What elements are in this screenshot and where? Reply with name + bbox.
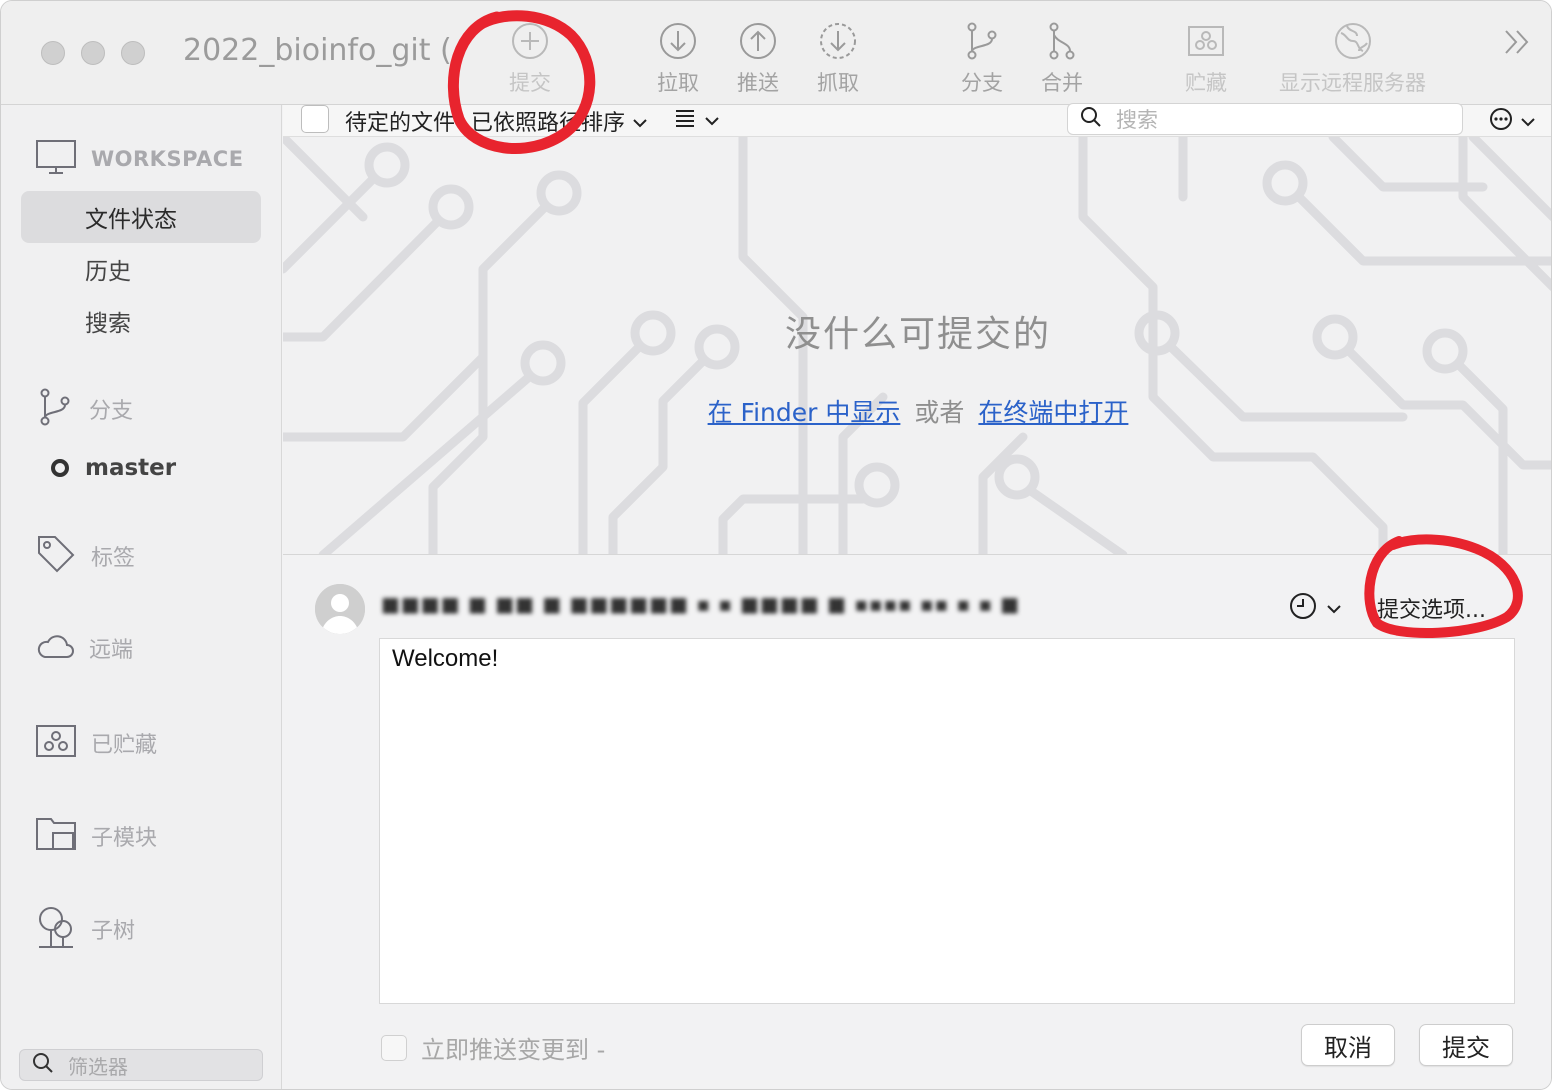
search-icon xyxy=(1080,106,1102,132)
fetch-toolbar-button[interactable]: 抓取 xyxy=(817,21,859,97)
arrow-down-circle-icon xyxy=(658,21,698,61)
fetch-toolbar-label: 抓取 xyxy=(817,71,859,95)
push-toolbar-button[interactable]: 推送 xyxy=(737,21,779,97)
list-icon xyxy=(675,109,695,131)
push-toolbar-label: 推送 xyxy=(737,71,779,95)
stash-toolbar-button[interactable]: 贮藏 xyxy=(1185,21,1227,97)
filter-placeholder: 筛选器 xyxy=(68,1054,128,1079)
workspace-label: WORKSPACE xyxy=(91,147,244,171)
more-options-menu[interactable] xyxy=(1489,107,1535,135)
stash-box-icon xyxy=(1186,21,1226,61)
commit-toolbar-button[interactable]: 提交 xyxy=(509,21,551,97)
sidebar-item-label: 历史 xyxy=(85,259,131,285)
sort-order-dropdown[interactable]: 已依照路径排序 xyxy=(471,105,647,137)
app-window: 2022_bioinfo_git (... 提交 拉取 推送 抓取 分支 合并 … xyxy=(0,0,1552,1090)
minimize-window-button[interactable] xyxy=(81,41,105,65)
ellipsis-circle-icon xyxy=(1489,107,1513,135)
sidebar-section-tags[interactable]: 标签 xyxy=(35,533,135,579)
clock-icon xyxy=(1289,592,1317,624)
chevron-down-icon xyxy=(633,109,647,134)
merge-toolbar-label: 合并 xyxy=(1041,71,1083,95)
or-text: 或者 xyxy=(914,398,965,427)
sidebar-item-history[interactable]: 历史 xyxy=(21,243,261,295)
branch-name: master xyxy=(85,455,177,481)
commit-options-dropdown[interactable]: 提交选项... xyxy=(1377,592,1486,624)
cloud-icon xyxy=(35,631,75,665)
commit-toolbar-label: 提交 xyxy=(509,71,551,95)
sidebar-section-label: 远端 xyxy=(89,638,134,663)
show-in-finder-link[interactable]: 在 Finder 中显示 xyxy=(708,398,901,427)
sort-order-label: 已依照路径排序 xyxy=(471,111,626,136)
arrow-down-dashed-circle-icon xyxy=(818,21,858,61)
toolbar: 2022_bioinfo_git (... 提交 拉取 推送 抓取 分支 合并 … xyxy=(1,1,1551,105)
merge-icon xyxy=(1042,21,1082,61)
file-list-toolbar: 待定的文件 已依照路径排序 搜索 xyxy=(283,103,1551,137)
view-mode-dropdown[interactable] xyxy=(675,109,719,131)
globe-icon xyxy=(1333,21,1373,61)
sidebar-item-label: 文件状态 xyxy=(85,207,177,233)
monitor-icon xyxy=(35,139,77,179)
cancel-button[interactable]: 取消 xyxy=(1301,1024,1395,1066)
file-search-input[interactable]: 搜索 xyxy=(1067,103,1463,135)
submodule-folder-icon xyxy=(35,815,77,857)
commit-message-input[interactable]: Welcome! xyxy=(379,638,1515,1004)
branch-toolbar-label: 分支 xyxy=(961,71,1003,95)
close-window-button[interactable] xyxy=(41,41,65,65)
branch-toolbar-button[interactable]: 分支 xyxy=(961,21,1003,97)
sidebar-item-label: 搜索 xyxy=(85,311,131,337)
sidebar-item-file-status[interactable]: 文件状态 xyxy=(21,191,261,243)
sidebar-section-branches[interactable]: 分支 xyxy=(35,387,133,431)
commit-history-dropdown[interactable] xyxy=(1289,592,1341,624)
workspace-header: WORKSPACE xyxy=(35,139,244,179)
commit-author: ■■■■ ■ ■■ ■ ■■■■■■ ▪ ▪ ■■■■ ■ ▪▪▪▪ ▪▪ ▪ … xyxy=(381,592,1021,616)
chevron-down-icon xyxy=(1327,599,1341,618)
stash-toolbar-label: 贮藏 xyxy=(1185,71,1227,95)
empty-state-title: 没什么可提交的 xyxy=(784,314,1051,355)
branch-icon xyxy=(962,21,1002,61)
empty-state-links: 在 Finder 中显示 或者 在终端中打开 xyxy=(283,393,1551,429)
chevron-down-icon xyxy=(705,111,719,130)
avatar xyxy=(315,584,365,634)
window-title: 2022_bioinfo_git (... xyxy=(183,33,463,68)
chevron-down-icon xyxy=(1521,112,1535,131)
plus-circle-icon xyxy=(510,21,550,61)
push-immediately-option[interactable]: 立即推送变更到 - xyxy=(381,1030,605,1065)
sidebar-section-label: 已贮藏 xyxy=(91,733,158,758)
chevron-double-right-icon[interactable] xyxy=(1503,27,1531,61)
pending-files-label: 待定的文件 xyxy=(345,111,456,136)
show-remote-toolbar-button[interactable]: 显示远程服务器 xyxy=(1279,21,1426,97)
push-immediately-label: 立即推送变更到 - xyxy=(421,1036,606,1064)
tree-icon xyxy=(35,905,77,953)
sidebar: WORKSPACE 文件状态 历史 搜索 分支 master 标签 远端 已贮藏… xyxy=(1,105,282,1089)
branch-item-master[interactable]: master xyxy=(51,455,176,481)
pull-toolbar-label: 拉取 xyxy=(657,71,699,95)
sidebar-filter-input[interactable]: 筛选器 xyxy=(19,1049,263,1081)
sidebar-section-label: 标签 xyxy=(91,546,136,571)
commit-panel: ■■■■ ■ ■■ ■ ■■■■■■ ▪ ▪ ■■■■ ■ ▪▪▪▪ ▪▪ ▪ … xyxy=(283,556,1551,1089)
sidebar-section-label: 子树 xyxy=(91,919,136,944)
pull-toolbar-button[interactable]: 拉取 xyxy=(657,21,699,97)
branch-icon xyxy=(35,387,75,431)
sidebar-section-subtrees[interactable]: 子树 xyxy=(35,905,135,953)
sidebar-section-stashes[interactable]: 已贮藏 xyxy=(35,723,157,763)
search-placeholder: 搜索 xyxy=(1116,108,1158,132)
stash-box-icon xyxy=(35,723,77,763)
commit-button[interactable]: 提交 xyxy=(1419,1024,1513,1066)
current-branch-icon xyxy=(51,459,69,477)
zoom-window-button[interactable] xyxy=(121,41,145,65)
push-immediately-checkbox[interactable] xyxy=(381,1034,407,1061)
tag-icon xyxy=(35,533,77,579)
select-all-checkbox[interactable] xyxy=(301,105,329,133)
arrow-up-circle-icon xyxy=(738,21,778,61)
sidebar-section-label: 分支 xyxy=(89,399,134,424)
empty-state-panel: 没什么可提交的 在 Finder 中显示 或者 在终端中打开 xyxy=(283,137,1551,555)
merge-toolbar-button[interactable]: 合并 xyxy=(1041,21,1083,97)
open-in-terminal-link[interactable]: 在终端中打开 xyxy=(978,398,1128,427)
sidebar-section-label: 子模块 xyxy=(91,826,158,851)
sidebar-item-search[interactable]: 搜索 xyxy=(21,295,261,347)
sidebar-section-submodules[interactable]: 子模块 xyxy=(35,815,157,857)
search-icon xyxy=(32,1052,54,1078)
show-remote-toolbar-label: 显示远程服务器 xyxy=(1279,71,1426,95)
sidebar-section-remotes[interactable]: 远端 xyxy=(35,631,133,665)
